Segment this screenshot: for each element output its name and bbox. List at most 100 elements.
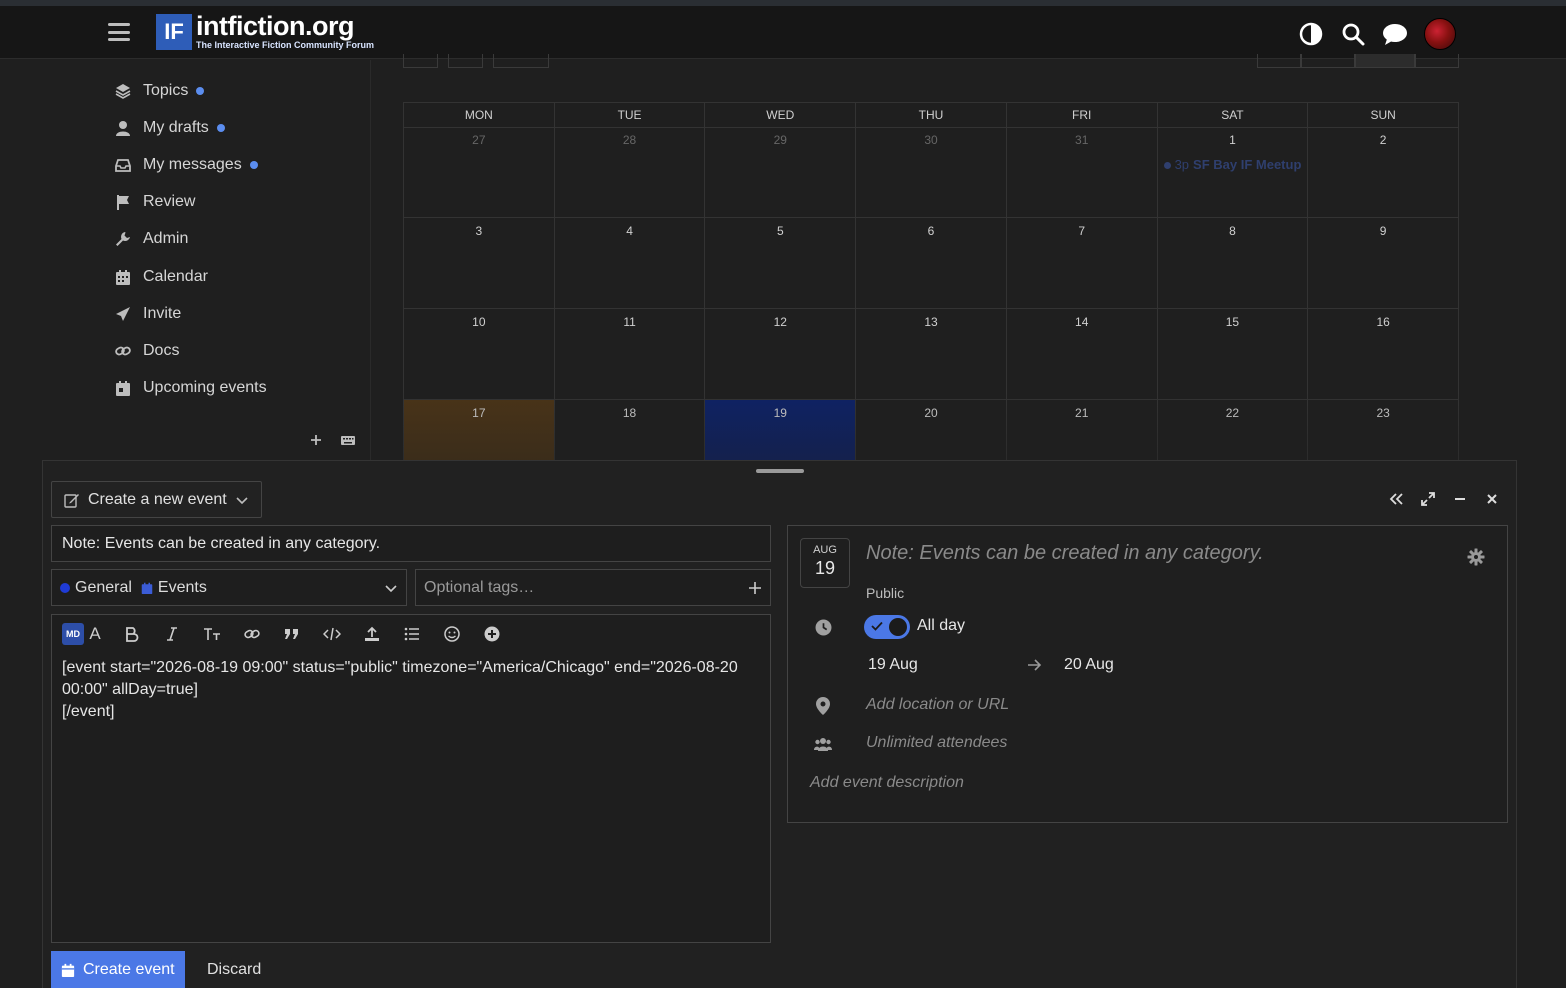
day-number: 1 [1229,133,1236,147]
location-input[interactable]: Add location or URL [866,696,1009,714]
code-icon[interactable] [322,624,342,644]
calendar-event[interactable]: 3p SF Bay IF Meetup [1163,157,1306,172]
upload-icon[interactable] [362,624,382,644]
collapse-toggle-icon[interactable] [1388,491,1404,507]
composer-action-dropdown[interactable]: Create a new event [51,481,262,518]
calendar-day-cell[interactable]: 31 [1006,127,1158,218]
calendar-day-cell[interactable]: 3 [404,218,555,309]
day-number: 3 [475,224,483,238]
weekday-header: FRI [1006,103,1158,128]
calendar-day-cell[interactable]: 4 [554,218,706,309]
attendees-input[interactable]: Unlimited attendees [866,734,1007,752]
editor[interactable]: MD A [event start="2026-08-19 09:00" sta… [51,614,771,943]
calendar-view: MON TUE WED THU FRI SAT SUN 27 28 29 30 31 1 3p SF Ba… [403,54,1459,491]
event-title: SF Bay IF Meetup [1193,157,1302,172]
wrench-icon [114,231,131,248]
sidebar-item-my-messages[interactable]: My messages [114,153,258,177]
sidebar-item-admin[interactable]: Admin [114,227,188,251]
theme-toggle-icon[interactable] [1298,21,1324,47]
fullscreen-icon[interactable] [1420,491,1436,507]
search-icon[interactable] [1340,21,1366,47]
calendar-day-cell[interactable]: 8 [1157,218,1309,309]
tags-input[interactable]: Optional tags… [415,569,771,606]
chat-icon[interactable] [1382,21,1408,47]
calendar-day-cell[interactable]: 10 [404,309,555,400]
sidebar-item-docs[interactable]: Docs [114,339,179,363]
composer-action-label: Create a new event [88,490,227,508]
start-date[interactable]: 19 Aug [868,656,918,674]
calendar-day-cell[interactable]: 13 [856,309,1007,400]
plus-icon[interactable] [748,581,762,595]
calendar-day-cell[interactable]: 2 [1308,127,1459,218]
calendar-day-cell[interactable]: 30 [856,127,1007,218]
calendar-nav-buttons[interactable] [403,54,549,68]
calendar-day-cell[interactable]: 1 3p SF Bay IF Meetup [1157,127,1309,218]
sidebar-item-label: Invite [143,305,182,322]
discard-button[interactable]: Discard [195,951,273,988]
composer-resize-grip[interactable] [756,469,804,473]
sidebar-item-label: My messages [143,156,242,173]
link-icon[interactable] [242,624,262,644]
end-date[interactable]: 20 Aug [1064,656,1114,674]
calendar-day-cell[interactable]: 28 [554,127,706,218]
all-day-toggle[interactable] [864,615,910,639]
category-chooser[interactable]: General Events [51,569,407,606]
quote-icon[interactable] [282,624,302,644]
calendar-day-cell[interactable]: 27 [404,127,555,218]
calendar-day-cell[interactable]: 5 [705,218,857,309]
calendar-day-cell[interactable]: 11 [554,309,706,400]
day-number: 7 [1078,224,1086,238]
bold-icon[interactable] [122,624,142,644]
calendar-day-cell[interactable]: 9 [1308,218,1459,309]
italic-icon[interactable] [162,624,182,644]
sidebar-item-my-drafts[interactable]: My drafts [114,116,225,140]
edit-icon [64,493,79,508]
weekday-header: TUE [554,103,706,128]
markdown-toggle[interactable]: MD A [62,623,106,645]
user-avatar[interactable] [1424,18,1456,50]
map-pin-icon [814,697,832,715]
calendar-day-cell[interactable]: 6 [856,218,1007,309]
sidebar-item-calendar[interactable]: Calendar [114,265,208,289]
day-number: 13 [924,315,938,329]
calendar-view-switcher[interactable] [1257,54,1459,68]
calendar-day-cell[interactable]: 29 [705,127,857,218]
hamburger-menu-icon[interactable] [108,21,130,43]
visibility-label[interactable]: Public [866,585,904,601]
sidebar-item-review[interactable]: Review [114,190,195,214]
sidebar-item-label: Admin [143,230,189,247]
add-more-icon[interactable] [482,624,502,644]
emoji-icon[interactable] [442,624,462,644]
calendar-day-cell[interactable]: 16 [1308,309,1459,400]
calendar-day-cell[interactable]: 12 [705,309,857,400]
weekday-header: SAT [1157,103,1309,128]
weekday-header: WED [705,103,857,128]
create-event-button[interactable]: Create event [51,951,185,988]
chevron-down-icon [236,496,248,504]
calendar-week-row: 3 4 5 6 7 8 9 [404,218,1459,309]
day-number: 14 [1075,315,1089,329]
calendar-day-cell[interactable]: 7 [1006,218,1158,309]
preview-title: Note: Events can be created in any categ… [866,542,1264,564]
sidebar-item-label: Upcoming events [143,379,267,396]
rich-text-icon: A [89,624,101,643]
close-icon[interactable] [1484,491,1500,507]
heading-icon[interactable] [202,624,222,644]
calendar-day-cell[interactable]: 14 [1006,309,1158,400]
title-input[interactable] [51,525,771,562]
bullet-list-icon[interactable] [402,624,422,644]
sidebar-item-topics[interactable]: Topics [114,79,205,103]
site-logo[interactable]: IF intfiction.org The Interactive Fictio… [156,13,374,50]
add-section-icon[interactable] [308,432,324,453]
editor-textarea[interactable]: [event start="2026-08-19 09:00" status="… [52,653,770,727]
sidebar-item-invite[interactable]: Invite [114,302,181,326]
day-number: 4 [626,224,633,238]
gear-icon[interactable] [1467,548,1485,566]
description-input[interactable]: Add event description [810,774,964,792]
sidebar: Topics My drafts My messages Review Admi… [0,60,371,460]
sidebar-item-upcoming-events[interactable]: Upcoming events [114,376,267,400]
calendar-day-cell[interactable]: 15 [1157,309,1309,400]
minimize-icon[interactable] [1452,491,1468,507]
day-number: 12 [773,315,787,329]
keyboard-icon[interactable] [340,432,356,453]
